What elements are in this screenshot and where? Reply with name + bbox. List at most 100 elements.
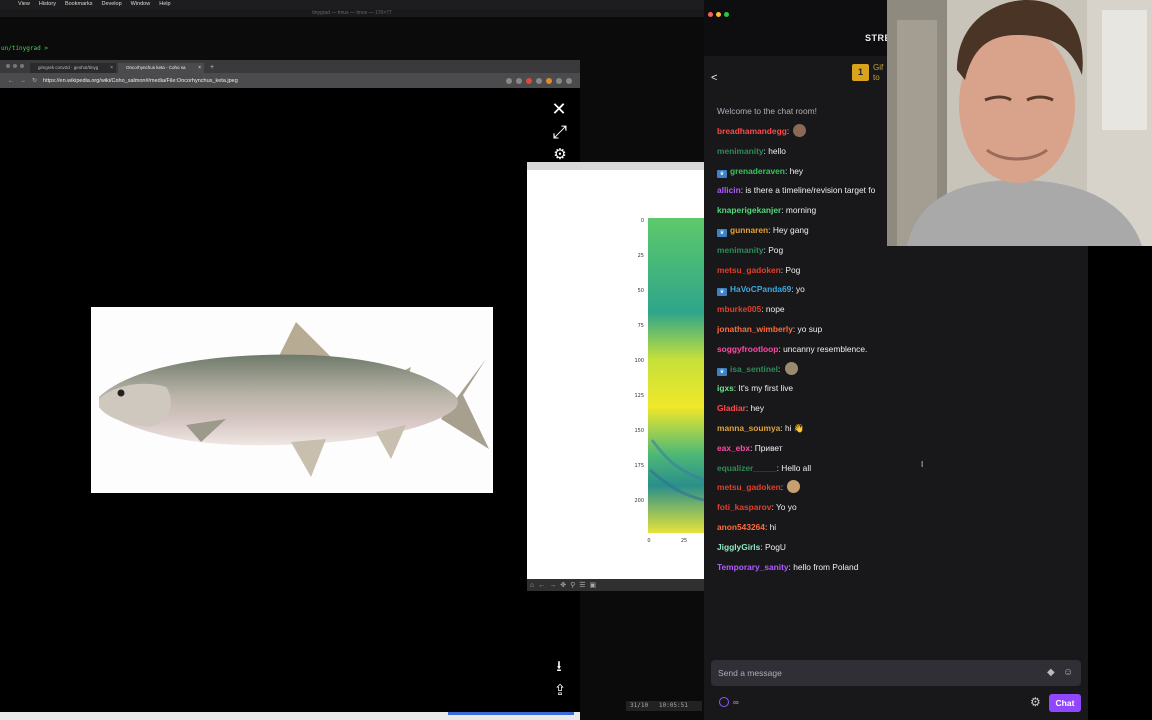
- expand-icon[interactable]: ⤢: [550, 123, 570, 141]
- share-icon[interactable]: ⇪: [550, 682, 570, 700]
- chat-username[interactable]: breadhamandegg: [717, 126, 787, 136]
- chat-username[interactable]: manna_soumya: [717, 423, 780, 433]
- chat-username[interactable]: knaperigekanjer: [717, 205, 781, 215]
- tab-wikipedia[interactable]: Oncorhynchus keta - Coho sa ×: [118, 63, 204, 73]
- chat-text: hey: [750, 403, 765, 414]
- zoom-window-button[interactable]: [724, 12, 729, 17]
- url-field[interactable]: https://en.wikipedia.org/wiki/Coho_salmo…: [43, 78, 500, 84]
- chat-username[interactable]: grenaderaven: [730, 166, 785, 176]
- zoom-window-button[interactable]: [20, 64, 24, 68]
- close-icon[interactable]: ×: [198, 65, 201, 71]
- chat-username[interactable]: Temporary_sanity: [717, 562, 789, 572]
- channel-points-icon[interactable]: [719, 697, 729, 707]
- chat-message: jonathan_wimberly: yo sup: [717, 322, 1087, 342]
- chat-text: Pog: [768, 244, 784, 255]
- extension-icon[interactable]: [536, 77, 542, 84]
- y-tick-label: 100: [634, 358, 644, 364]
- back-icon[interactable]: ←: [538, 582, 545, 589]
- forward-icon[interactable]: →: [549, 582, 556, 589]
- new-tab-button[interactable]: +: [206, 63, 218, 73]
- plot-toolbar: ⌂ ← → ✥ ⚲ ☰ ▣: [527, 579, 704, 591]
- close-viewer-icon[interactable]: ✕: [549, 100, 569, 118]
- back-icon[interactable]: ←: [8, 78, 14, 84]
- close-icon[interactable]: ×: [110, 65, 113, 71]
- subscriber-badge-icon[interactable]: ♛: [717, 288, 727, 297]
- download-icon[interactable]: ⭳: [549, 658, 569, 676]
- chat-message: igxs: It's my first live: [717, 381, 1087, 401]
- menu-bookmarks[interactable]: Bookmarks: [65, 0, 93, 9]
- chat-message: ♛ HaVoCPanda69: yo: [717, 282, 1087, 302]
- chat-username[interactable]: menimanity: [717, 245, 764, 255]
- tab-github[interactable]: gimgrek conv2d · geohot/tinyg ×: [30, 63, 116, 73]
- subplots-icon[interactable]: ☰: [579, 581, 585, 589]
- subscriber-badge-icon[interactable]: ♛: [717, 169, 727, 178]
- back-arrow-icon[interactable]: <: [711, 72, 717, 84]
- close-window-button[interactable]: [708, 12, 713, 17]
- chat-username[interactable]: mburke005: [717, 304, 761, 314]
- subscriber-badge-icon[interactable]: ♛: [717, 228, 727, 237]
- extension-icon[interactable]: [546, 77, 552, 84]
- chat-username[interactable]: foti_kasparov: [717, 502, 771, 512]
- chat-username[interactable]: jonathan_wimberly: [717, 324, 793, 334]
- reload-icon[interactable]: ↻: [32, 77, 37, 84]
- subscriber-badge-icon[interactable]: ♛: [717, 367, 727, 376]
- message-input[interactable]: [711, 660, 1031, 686]
- chat-username[interactable]: soggyfrootloop: [717, 344, 778, 354]
- chat-send-button[interactable]: Chat: [1049, 694, 1081, 712]
- chat-text: yo: [795, 284, 805, 295]
- close-window-button[interactable]: [6, 64, 10, 68]
- chat-text: Hey gang: [772, 224, 809, 235]
- emote-picker-icon[interactable]: ☺: [1063, 667, 1073, 678]
- heatmap-image: [648, 218, 704, 533]
- home-icon[interactable]: ⌂: [530, 582, 534, 589]
- extension-icon[interactable]: [526, 77, 532, 84]
- chat-text: nope: [765, 304, 785, 315]
- chat-username[interactable]: equalizer_____: [717, 463, 777, 473]
- chat-username[interactable]: metsu_gadoken: [717, 482, 781, 492]
- menu-window[interactable]: Window: [131, 0, 151, 9]
- menu-develop[interactable]: Develop: [101, 0, 121, 9]
- chat-username[interactable]: JigglyGirls: [717, 542, 760, 552]
- pan-icon[interactable]: ✥: [560, 581, 566, 589]
- page-bottom-link[interactable]: [448, 712, 574, 715]
- bits-icon[interactable]: ◆: [1047, 667, 1055, 678]
- extension-icon[interactable]: [516, 77, 522, 84]
- chat-message: mburke005: nope: [717, 302, 1087, 322]
- profile-icon[interactable]: [566, 77, 572, 84]
- plot-window: 0 25 50 75 100 125 150 175 200 0 25 ⌂ ← → ✥ ⚲ ☰ ▣: [527, 162, 704, 591]
- chat-username[interactable]: gunnaren: [730, 225, 768, 235]
- chat-username[interactable]: isa_sentinel: [730, 364, 778, 374]
- menu-history[interactable]: History: [39, 0, 56, 9]
- chat-username[interactable]: metsu_gadoken: [717, 265, 781, 275]
- zoom-icon[interactable]: ⚲: [570, 581, 575, 589]
- extension-icon[interactable]: [556, 77, 562, 84]
- channel-points-count: ∞: [733, 698, 739, 707]
- menu-view[interactable]: View: [18, 0, 30, 9]
- x-tick-labels: 0 25: [647, 538, 687, 544]
- forward-icon[interactable]: →: [20, 78, 26, 84]
- save-icon[interactable]: ▣: [590, 581, 597, 589]
- chat-text: yo sup: [797, 323, 823, 334]
- chat-username[interactable]: menimanity: [717, 146, 764, 156]
- chat-username[interactable]: Gladiar: [717, 403, 746, 413]
- gift-icon[interactable]: 1: [852, 64, 869, 81]
- chat-separator: :: [777, 363, 783, 374]
- minimize-window-button[interactable]: [13, 64, 17, 68]
- y-tick-label: 25: [638, 253, 644, 259]
- y-tick-label: 75: [638, 323, 644, 329]
- extension-icon[interactable]: [506, 77, 512, 84]
- chat-username[interactable]: anon543264: [717, 522, 765, 532]
- chat-username[interactable]: HaVoCPanda69: [730, 284, 791, 294]
- minimize-window-button[interactable]: [716, 12, 721, 17]
- text-cursor-icon: I: [921, 460, 924, 469]
- chat-username[interactable]: eax_ebx: [717, 443, 750, 453]
- chat-settings-icon[interactable]: ⚙: [1030, 695, 1041, 709]
- gift-banner[interactable]: Gif to: [873, 63, 883, 83]
- menu-bar: View History Bookmarks Develop Window He…: [0, 0, 704, 9]
- chat-text: hi 👋: [784, 422, 805, 433]
- chat-username[interactable]: igxs: [717, 383, 734, 393]
- y-tick-label: 0: [641, 218, 644, 224]
- menu-help[interactable]: Help: [159, 0, 170, 9]
- status-date: 31/10: [630, 702, 649, 709]
- chat-username[interactable]: allicin: [717, 185, 741, 195]
